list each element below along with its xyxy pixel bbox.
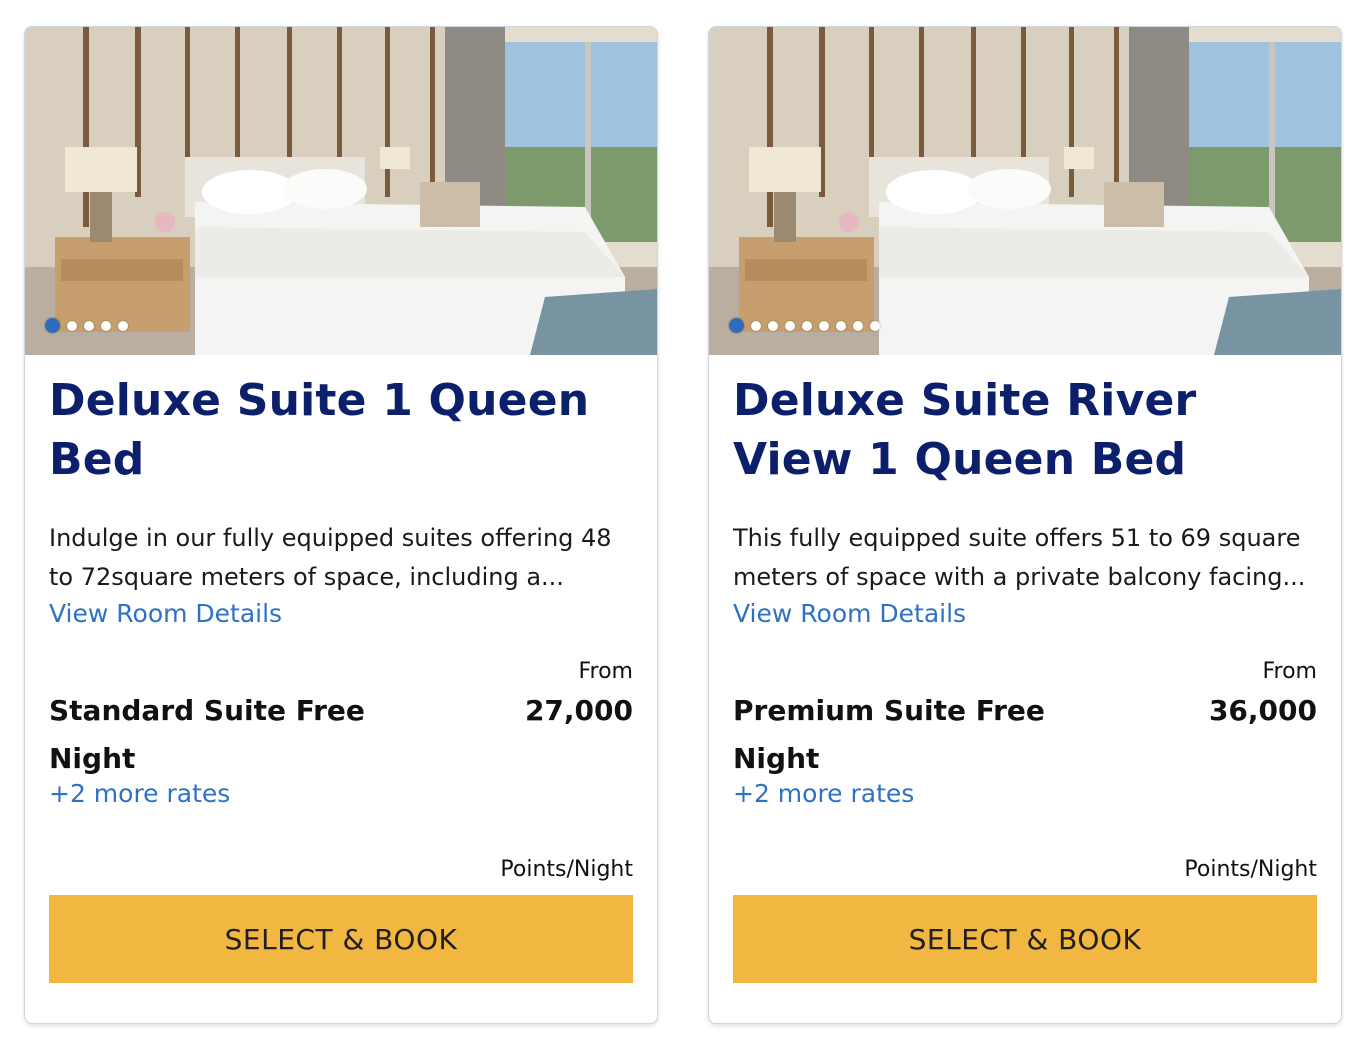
room-card-body: Deluxe Suite River View 1 Queen Bed This… xyxy=(709,371,1341,983)
carousel-dot[interactable] xyxy=(101,320,111,331)
room-photo-image xyxy=(25,27,657,355)
room-results: Deluxe Suite 1 Queen Bed Indulge in our … xyxy=(0,0,1366,1044)
room-card: Deluxe Suite River View 1 Queen Bed This… xyxy=(708,26,1342,1024)
carousel-dot[interactable] xyxy=(853,320,863,331)
points-per-night-label: Points/Night xyxy=(1184,857,1317,882)
rate-summary: From Standard Suite Free Night 27,000 xyxy=(49,657,633,777)
select-and-book-button[interactable]: SELECT & BOOK xyxy=(49,895,633,983)
from-label: From xyxy=(1262,659,1317,684)
room-title: Deluxe Suite 1 Queen Bed xyxy=(49,375,590,485)
room-description: Indulge in our fully equipped suites off… xyxy=(49,524,612,591)
carousel-dot[interactable] xyxy=(870,320,880,331)
points-price: 36,000 xyxy=(1208,694,1317,727)
carousel-dot[interactable] xyxy=(836,320,846,331)
points-price: 27,000 xyxy=(524,694,633,727)
carousel-dot[interactable] xyxy=(785,320,795,331)
carousel-dot[interactable] xyxy=(84,320,94,331)
carousel-dot[interactable] xyxy=(802,320,812,331)
carousel-dots xyxy=(729,318,880,333)
room-card-body: Deluxe Suite 1 Queen Bed Indulge in our … xyxy=(25,371,657,983)
rate-summary: From Premium Suite Free Night 36,000 xyxy=(733,657,1317,777)
rate-name: Premium Suite Free Night xyxy=(733,694,1045,775)
points-per-night-label: Points/Night xyxy=(500,857,633,882)
view-room-details-link[interactable]: View Room Details xyxy=(49,597,282,631)
from-label: From xyxy=(578,659,633,684)
rate-name: Standard Suite Free Night xyxy=(49,694,365,775)
room-description: This fully equipped suite offers 51 to 6… xyxy=(733,524,1306,591)
view-room-details-link[interactable]: View Room Details xyxy=(733,597,966,631)
carousel-dot[interactable] xyxy=(118,320,128,331)
room-photo[interactable] xyxy=(25,27,657,355)
carousel-dots xyxy=(45,318,128,333)
carousel-dot[interactable] xyxy=(768,320,778,331)
carousel-dot-active[interactable] xyxy=(45,318,60,333)
carousel-dot[interactable] xyxy=(751,320,761,331)
carousel-dot-active[interactable] xyxy=(729,318,744,333)
room-title: Deluxe Suite River View 1 Queen Bed xyxy=(733,375,1197,485)
room-photo[interactable] xyxy=(709,27,1341,355)
select-and-book-button[interactable]: SELECT & BOOK xyxy=(733,895,1317,983)
carousel-dot[interactable] xyxy=(67,320,77,331)
room-photo-image xyxy=(709,27,1341,355)
carousel-dot[interactable] xyxy=(819,320,829,331)
room-card: Deluxe Suite 1 Queen Bed Indulge in our … xyxy=(24,26,658,1024)
